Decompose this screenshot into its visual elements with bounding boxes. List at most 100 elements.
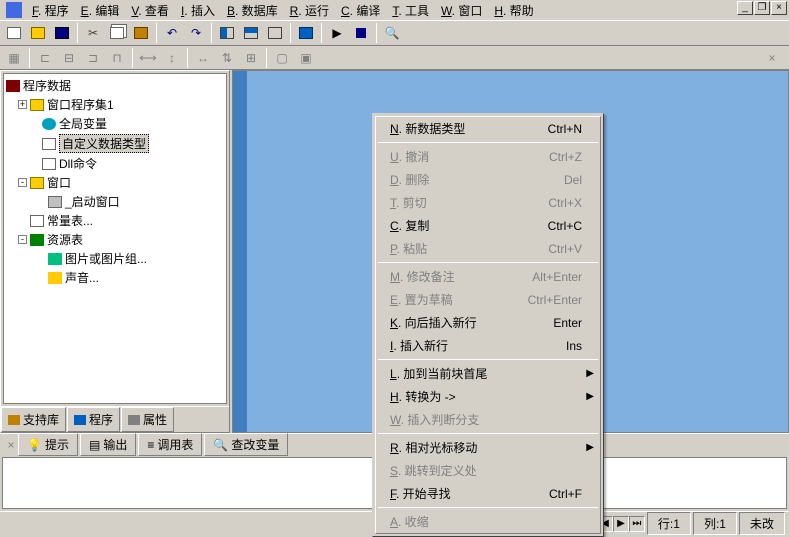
menu-item[interactable]: R. 运行	[284, 2, 335, 20]
misc1-icon: ▢	[271, 48, 293, 68]
app-icon	[6, 2, 22, 18]
find-button[interactable]: 🔍	[381, 22, 403, 44]
tree-node[interactable]: 常量表...	[6, 211, 224, 230]
layout1-button[interactable]	[216, 22, 238, 44]
redo-button[interactable]: ↷	[185, 22, 207, 44]
secondary-toolbar: ▦ ⊏ ⊟ ⊐ ⊓ ⟷ ↕ ↔ ⇅ ⊞ ▢ ▣ ×	[0, 46, 789, 70]
align-right-icon: ⊐	[82, 48, 104, 68]
menu-item[interactable]: C. 编译	[335, 2, 386, 20]
node-icon	[42, 158, 56, 170]
stop-button[interactable]	[350, 22, 372, 44]
tab-callstack[interactable]: ≡调用表	[138, 433, 202, 456]
context-menu-item[interactable]: C. 复制Ctrl+C	[376, 214, 600, 237]
tree-root[interactable]: 程序数据	[6, 76, 224, 95]
menu-item[interactable]: H. 帮助	[488, 2, 539, 20]
menu-item[interactable]: B. 数据库	[221, 2, 284, 20]
menu-item[interactable]: E. 编辑	[75, 2, 126, 20]
context-menu-item[interactable]: H. 转换为 ->▶	[376, 385, 600, 408]
grid-icon: ▦	[3, 48, 25, 68]
menu-separator	[378, 433, 598, 434]
nav-last-button[interactable]: ⏭	[629, 516, 645, 532]
run-button[interactable]: ▶	[326, 22, 348, 44]
layout3-button[interactable]	[264, 22, 286, 44]
project-tree[interactable]: 程序数据 + 窗口程序集1全局变量自定义数据类型Dll命令-窗口_启动窗口常量表.…	[3, 73, 227, 404]
new-file-button[interactable]	[3, 22, 25, 44]
tree-node[interactable]: -资源表	[6, 230, 224, 249]
tab-output[interactable]: ▤输出	[80, 433, 136, 456]
align-left-icon: ⊏	[34, 48, 56, 68]
context-menu-item[interactable]: I. 插入新行Ins	[376, 334, 600, 357]
sidebar: 程序数据 + 窗口程序集1全局变量自定义数据类型Dll命令-窗口_启动窗口常量表.…	[0, 70, 230, 433]
expand-icon[interactable]: -	[18, 235, 27, 244]
tree-node[interactable]: -窗口	[6, 173, 224, 192]
node-icon	[48, 196, 62, 208]
node-icon	[42, 138, 56, 150]
node-label: 声音...	[65, 269, 99, 286]
status-col: 列:1	[693, 512, 737, 535]
close-panel-icon[interactable]: ×	[761, 48, 783, 68]
cut-button[interactable]: ✂	[82, 22, 104, 44]
context-menu-item[interactable]: F. 开始寻找Ctrl+F	[376, 482, 600, 505]
menu-item[interactable]: W. 窗口	[435, 2, 488, 20]
main-toolbar: ✂ ↶ ↷ ▶ 🔍	[0, 20, 789, 46]
context-menu-item[interactable]: R. 相对光标移动▶	[376, 436, 600, 459]
tree-node[interactable]: _启动窗口	[6, 192, 224, 211]
book-button[interactable]	[295, 22, 317, 44]
open-file-button[interactable]	[27, 22, 49, 44]
expand-icon[interactable]: -	[18, 178, 27, 187]
menubar: F. 程序E. 编辑V. 查看I. 插入B. 数据库R. 运行C. 编译T. 工…	[0, 0, 789, 20]
context-menu-item: W. 插入判断分支	[376, 408, 600, 431]
context-menu-item[interactable]: K. 向后插入新行Enter	[376, 311, 600, 334]
stack-icon: ≡	[147, 438, 154, 452]
expand-icon[interactable]: +	[18, 100, 27, 109]
close-bottom-icon[interactable]: ×	[4, 438, 18, 452]
minimize-button[interactable]: _	[737, 1, 753, 15]
undo-button[interactable]: ↶	[161, 22, 183, 44]
save-button[interactable]	[51, 22, 73, 44]
layout2-button[interactable]	[240, 22, 262, 44]
tree-node[interactable]: Dll命令	[6, 154, 224, 173]
window-controls: _ ❐ ×	[737, 1, 787, 15]
tab-watch[interactable]: 🔍查改变量	[204, 433, 288, 456]
context-menu-item[interactable]: N. 新数据类型Ctrl+N	[376, 117, 600, 140]
tab-support-lib[interactable]: 支持库	[1, 407, 66, 432]
menu-item[interactable]: F. 程序	[26, 2, 75, 20]
tree-node[interactable]: 声音...	[6, 268, 224, 287]
size-both-icon: ⊞	[240, 48, 262, 68]
submenu-arrow-icon: ▶	[586, 368, 594, 379]
nav-next-button[interactable]: ▶	[613, 516, 629, 532]
tree-node[interactable]: 图片或图片组...	[6, 249, 224, 268]
node-icon	[42, 118, 56, 130]
tree-node[interactable]: 自定义数据类型	[6, 133, 224, 154]
watch-icon: 🔍	[213, 438, 228, 452]
node-icon	[30, 99, 44, 111]
paste-button[interactable]	[130, 22, 152, 44]
size-w-icon: ↔	[192, 48, 214, 68]
dist-h-icon: ⟷	[137, 48, 159, 68]
lightbulb-icon: 💡	[27, 438, 42, 452]
menu-separator	[378, 359, 598, 360]
node-icon	[30, 177, 44, 189]
menu-item[interactable]: V. 查看	[125, 2, 175, 20]
tab-properties[interactable]: 属性	[121, 407, 174, 432]
align-top-icon: ⊓	[106, 48, 128, 68]
misc2-icon: ▣	[295, 48, 317, 68]
context-menu-item[interactable]: L. 加到当前块首尾▶	[376, 362, 600, 385]
context-menu-item: M. 修改备注Alt+Enter	[376, 265, 600, 288]
restore-button[interactable]: ❐	[754, 1, 770, 15]
copy-button[interactable]	[106, 22, 128, 44]
tree-node[interactable]: + 窗口程序集1	[6, 95, 224, 114]
submenu-arrow-icon: ▶	[586, 391, 594, 402]
menu-item[interactable]: T. 工具	[386, 2, 435, 20]
menu-separator	[378, 507, 598, 508]
tab-hint[interactable]: 💡提示	[18, 433, 78, 456]
tab-program[interactable]: 程序	[67, 407, 120, 432]
tree-node[interactable]: 全局变量	[6, 114, 224, 133]
sidebar-tabs: 支持库 程序 属性	[1, 406, 229, 432]
node-label: 窗口程序集1	[47, 96, 114, 113]
menu-item[interactable]: I. 插入	[175, 2, 221, 20]
context-menu-item: T. 剪切Ctrl+X	[376, 191, 600, 214]
menu-separator	[378, 262, 598, 263]
align-center-icon: ⊟	[58, 48, 80, 68]
close-button[interactable]: ×	[771, 1, 787, 15]
